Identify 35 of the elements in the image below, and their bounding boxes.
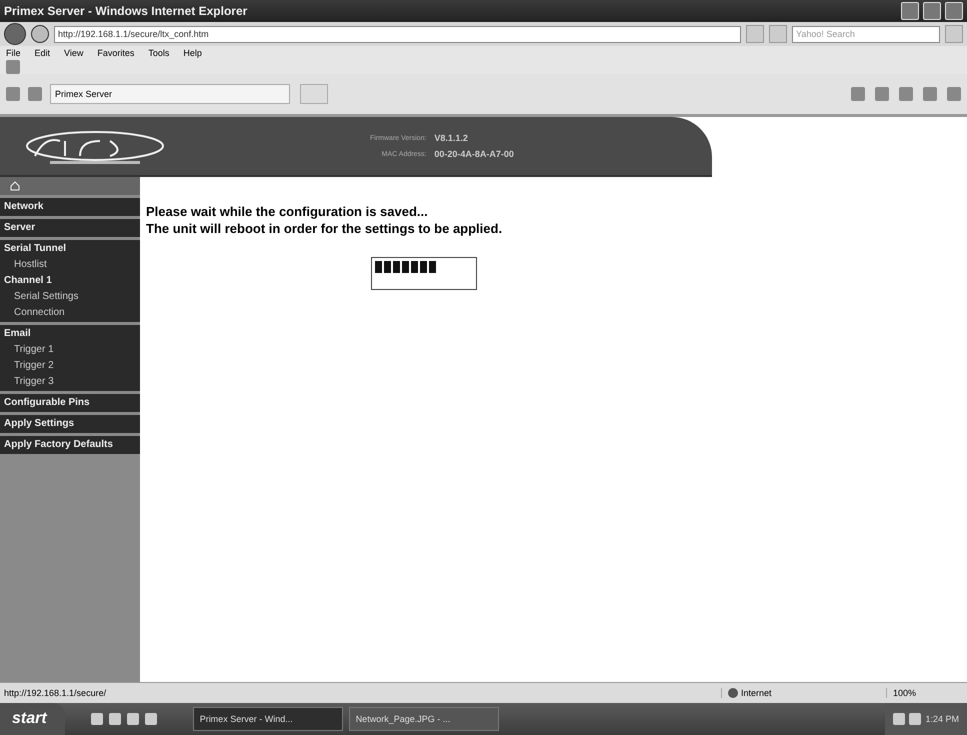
sidebar-subitem[interactable]: Trigger 2 xyxy=(0,358,140,374)
menu-item[interactable]: View xyxy=(64,48,84,58)
menu-item[interactable]: Edit xyxy=(34,48,50,58)
menu-item[interactable]: Favorites xyxy=(97,48,134,58)
sidebar-item[interactable]: Configurable Pins xyxy=(0,395,140,411)
sidebar-item[interactable]: Channel 1 xyxy=(0,273,140,289)
sidebar-item[interactable]: Apply Settings xyxy=(0,416,140,432)
sidebar-subitem[interactable]: Trigger 1 xyxy=(0,342,140,358)
menu-item[interactable]: Tools xyxy=(148,48,170,58)
sidebar-item[interactable]: Apply Factory Defaults xyxy=(0,437,140,453)
window-title: Primex Server - Windows Internet Explorer xyxy=(4,4,248,18)
sidebar-subitem[interactable]: Hostlist xyxy=(0,257,140,273)
firmware-version: V8.1.1.2 xyxy=(434,133,469,143)
mac-address: 00-20-4A-8A-A7-00 xyxy=(434,149,514,159)
start-button[interactable]: start xyxy=(0,703,65,735)
status-message: The unit will reboot in order for the settings to be applied. xyxy=(146,220,504,237)
address-field[interactable]: http://192.168.1.1/secure/ltx_conf.htm xyxy=(54,26,741,42)
menu-item[interactable]: Help xyxy=(183,48,202,58)
browser-tab[interactable]: Primex Server xyxy=(50,84,290,104)
menu-item[interactable]: File xyxy=(6,48,21,58)
taskbar-button[interactable]: Primex Server - Wind... xyxy=(192,707,343,731)
sidebar-item[interactable]: Network xyxy=(0,199,140,215)
taskbar-button[interactable]: Network_Page.JPG - ... xyxy=(348,707,499,731)
new-tab-button[interactable] xyxy=(300,84,328,104)
sidebar-subitem[interactable]: Trigger 3 xyxy=(0,374,140,390)
sidebar-item[interactable]: Email xyxy=(0,326,140,342)
sidebar-subitem[interactable]: Serial Settings xyxy=(0,289,140,305)
sidebar-item[interactable]: Server xyxy=(0,220,140,236)
zoom-level[interactable]: 100% xyxy=(886,688,963,698)
sidebar-subitem[interactable]: Connection xyxy=(0,305,140,321)
status-message: Please wait while the configuration is saved... xyxy=(146,203,429,220)
status-url: http://192.168.1.1/secure/ xyxy=(4,688,108,698)
sidebar-item[interactable]: Serial Tunnel xyxy=(0,241,140,257)
security-zone: Internet xyxy=(741,688,772,698)
clock: 1:24 PM xyxy=(925,714,959,724)
